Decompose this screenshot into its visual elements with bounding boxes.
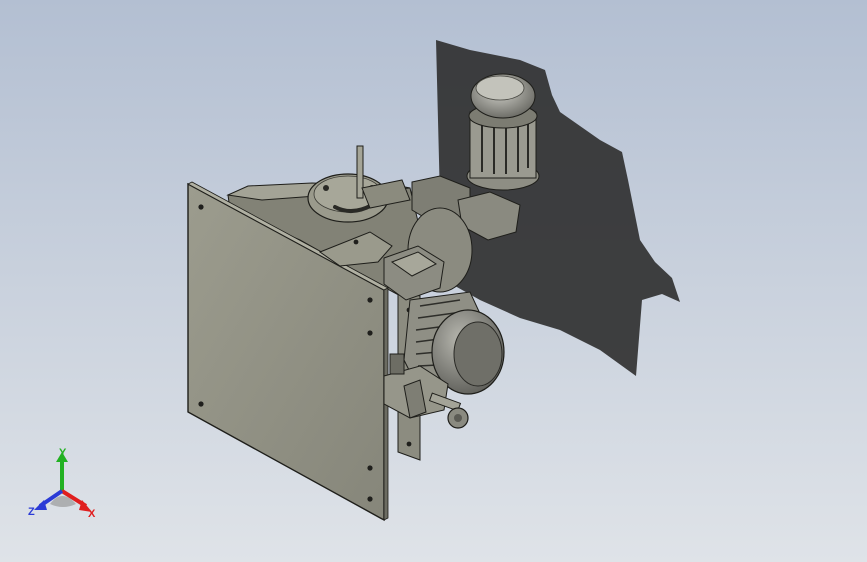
model-scene[interactable] bbox=[0, 0, 867, 562]
switch-box bbox=[389, 353, 405, 375]
x-axis-label: X bbox=[88, 508, 96, 520]
z-axis-label: Z bbox=[28, 506, 35, 518]
adjust-knob-hub bbox=[454, 414, 462, 422]
motor-cap-top bbox=[475, 75, 525, 101]
fan-cover-face bbox=[453, 321, 503, 387]
flange-bolt bbox=[323, 185, 329, 191]
coordinate-triad[interactable]: Y X Z bbox=[22, 446, 112, 526]
bracket-hole bbox=[353, 239, 359, 245]
y-axis-label: Y bbox=[59, 447, 67, 459]
graphics-viewport[interactable]: Y X Z bbox=[0, 0, 867, 562]
pointer-rod bbox=[356, 145, 364, 199]
